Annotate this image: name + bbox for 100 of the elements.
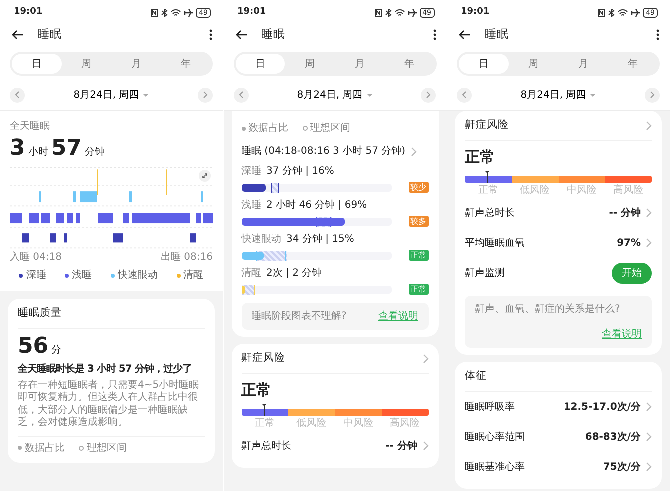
row-label: 平均睡眠血氧 — [465, 236, 525, 251]
stage-name: 清醒 — [242, 268, 262, 279]
bluetooth-icon — [384, 8, 392, 16]
chevron-right-icon — [650, 91, 655, 99]
stage-name: 深睡 — [242, 166, 262, 177]
sleep-start-time: 入睡 04:18 — [10, 250, 62, 265]
status-badge: 正常 — [408, 250, 428, 261]
chevron-right-icon[interactable] — [422, 354, 428, 364]
help-link[interactable]: 查看说明 — [475, 327, 642, 342]
section-label: 全天睡眠 — [10, 120, 51, 134]
start-button[interactable]: 开始 — [612, 262, 652, 284]
period-tab[interactable]: 周 — [508, 54, 558, 74]
period-tab[interactable]: 年 — [384, 54, 434, 74]
next-day-button[interactable] — [644, 88, 660, 102]
status-badge: 较少 — [408, 182, 428, 193]
nfc-icon — [374, 8, 382, 16]
nfc-icon — [598, 8, 606, 16]
stage-value: 34 分钟 | 15% — [286, 234, 354, 245]
next-day-button[interactable] — [421, 88, 436, 102]
scale-label: 中风险 — [566, 184, 598, 198]
chevron-right-icon[interactable] — [645, 462, 652, 472]
row-value: -- 分钟 — [609, 206, 641, 221]
row-value: 97% — [617, 236, 641, 251]
row-label: 睡眠基准心率 — [465, 460, 525, 474]
more-menu-icon[interactable] — [656, 29, 660, 41]
row-label: 鼾声总时长 — [465, 206, 515, 221]
more-menu-icon[interactable] — [432, 29, 436, 41]
scale-label: 高风险 — [389, 416, 422, 432]
chevron-right-icon[interactable] — [645, 432, 652, 442]
back-arrow-icon[interactable] — [236, 30, 248, 40]
date-picker[interactable]: 8月24日, 周四 — [74, 88, 150, 102]
airplane-icon — [408, 8, 417, 16]
status-time: 19:01 — [14, 6, 43, 19]
row-value: 75次/分 — [603, 460, 641, 474]
period-tab[interactable]: 周 — [285, 54, 335, 74]
expand-icon[interactable] — [199, 170, 211, 182]
quality-headline: 全天睡眠时长是 3 小时 57 分钟，过少了 — [18, 362, 193, 377]
chevron-right-icon[interactable] — [645, 120, 652, 131]
period-tab[interactable]: 日 — [236, 54, 286, 74]
period-tab[interactable]: 年 — [608, 54, 658, 74]
date-picker[interactable]: 8月24日, 周四 — [297, 88, 373, 102]
help-link[interactable]: 查看说明 — [378, 309, 418, 324]
period-tab[interactable]: 周 — [62, 54, 112, 74]
back-arrow-icon[interactable] — [459, 30, 471, 40]
back-arrow-icon[interactable] — [12, 30, 24, 40]
score-value: 56 — [18, 334, 49, 359]
previous-day-button[interactable] — [10, 88, 25, 102]
scale-label: 低风险 — [296, 417, 328, 432]
previous-day-button[interactable] — [457, 88, 472, 102]
status-badge: 正常 — [408, 284, 428, 295]
row-label: 鼾声监测 — [465, 266, 505, 281]
chevron-left-icon — [15, 91, 20, 99]
row-value: 12.5-17.0次/分 — [564, 400, 641, 414]
chevron-right-icon[interactable] — [645, 208, 652, 218]
wifi-icon — [394, 8, 405, 16]
scale-label: 中风险 — [342, 416, 374, 432]
scale-label: 正常 — [254, 416, 276, 432]
previous-day-button[interactable] — [234, 88, 248, 102]
more-menu-icon[interactable] — [209, 29, 213, 41]
sleep-end-time: 出睡 08:16 — [161, 250, 213, 265]
quality-description: 存在一种短睡眠者，只需要4~5小时睡眠即可恢复精力。但这类人在人群占比中很低，大部分人的睡眠偏少是一种睡眠缺乏，会对健康造成影响。 — [18, 380, 200, 430]
row-label: 睡眠呼吸率 — [465, 400, 515, 414]
period-tab[interactable]: 月 — [558, 54, 608, 74]
stage-name: 快速眼动 — [242, 234, 282, 245]
stage-value: 2 小时 46 分钟 | 69% — [266, 200, 368, 211]
next-day-button[interactable] — [198, 88, 213, 102]
period-tab[interactable]: 月 — [335, 54, 385, 74]
period-tab[interactable]: 日 — [12, 54, 62, 74]
legend-label: 数据占比 — [248, 122, 288, 136]
stage-value: 2次 | 2 分钟 — [266, 268, 322, 279]
help-text: 睡眠阶段图表不理解? — [252, 310, 347, 324]
row-label: 鼾声总时长 — [242, 440, 292, 454]
legend-label: 浅睡 — [72, 268, 92, 283]
caret-down-icon — [143, 94, 150, 96]
row-value: -- 分钟 — [386, 440, 418, 454]
chevron-right-icon[interactable] — [410, 146, 417, 156]
caret-down-icon — [366, 94, 373, 96]
period-tab[interactable]: 月 — [112, 54, 162, 74]
hours-value: 3 — [10, 136, 26, 161]
status-time: 19:01 — [461, 6, 490, 19]
page-title: 睡眠 — [485, 26, 510, 44]
chevron-right-icon[interactable] — [645, 402, 652, 412]
legend-label: 理想区间 — [310, 122, 350, 136]
chevron-right-icon[interactable] — [645, 238, 652, 248]
row-label: 睡眠心率范围 — [465, 430, 525, 444]
stages-title: 睡眠 (04:18-08:16 3 小时 57 分钟) — [242, 144, 406, 159]
help-text: 鼾声、血氧、鼾症的关系是什么? — [475, 304, 620, 316]
legend-dot — [79, 446, 84, 451]
period-tab[interactable]: 日 — [459, 54, 509, 74]
airplane-icon — [184, 8, 194, 16]
risk-level: 正常 — [465, 146, 496, 168]
legend-label: 快速眼动 — [118, 268, 158, 283]
card-title: 鼾症风险 — [242, 351, 286, 366]
date-picker[interactable]: 8月24日, 周四 — [520, 88, 596, 102]
chevron-right-icon[interactable] — [422, 441, 428, 452]
period-tab[interactable]: 年 — [161, 54, 211, 74]
legend-dot — [18, 446, 22, 450]
legend-dot — [302, 126, 308, 131]
card-title: 鼾症风险 — [465, 118, 509, 133]
minutes-value: 57 — [51, 136, 82, 161]
